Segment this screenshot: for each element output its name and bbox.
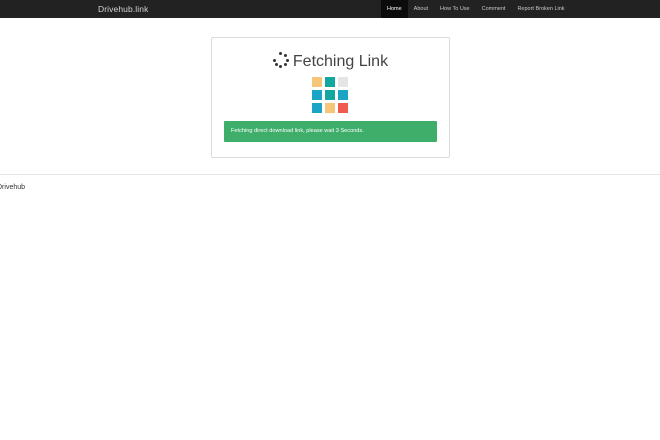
card-title: Fetching Link [292, 53, 389, 70]
footer-text: Drivehub [0, 184, 26, 191]
loader-tile [312, 77, 322, 87]
nav-menu: Home About How To Use Comment Report Bro… [381, 0, 571, 18]
nav-item-home[interactable]: Home [381, 0, 408, 18]
loader-tile [338, 90, 348, 100]
nav-item-how-to-use[interactable]: How To Use [434, 0, 476, 18]
loading-spinner-icon [272, 52, 289, 68]
loader-tile [325, 90, 335, 100]
top-navbar: Drivehub.link Home About How To Use Comm… [0, 0, 660, 18]
nav-item-report-broken-link[interactable]: Report Broken Link [511, 0, 570, 18]
fetching-card: Fetching Link Fetching direct download l… [211, 37, 450, 158]
tile-loader-icon [312, 77, 348, 113]
loader-tile [312, 103, 322, 113]
loader-tile [325, 103, 335, 113]
card-heading: Fetching Link [212, 52, 449, 72]
loader-tile [312, 90, 322, 100]
site-brand[interactable]: Drivehub.link [98, 3, 148, 15]
loader-tile [325, 77, 335, 87]
loader-tile [338, 103, 348, 113]
status-alert: Fetching direct download link, please wa… [224, 121, 437, 142]
nav-item-comment[interactable]: Comment [476, 0, 512, 18]
footer-divider [0, 174, 660, 175]
loader-tile [338, 77, 348, 87]
nav-item-about[interactable]: About [408, 0, 434, 18]
